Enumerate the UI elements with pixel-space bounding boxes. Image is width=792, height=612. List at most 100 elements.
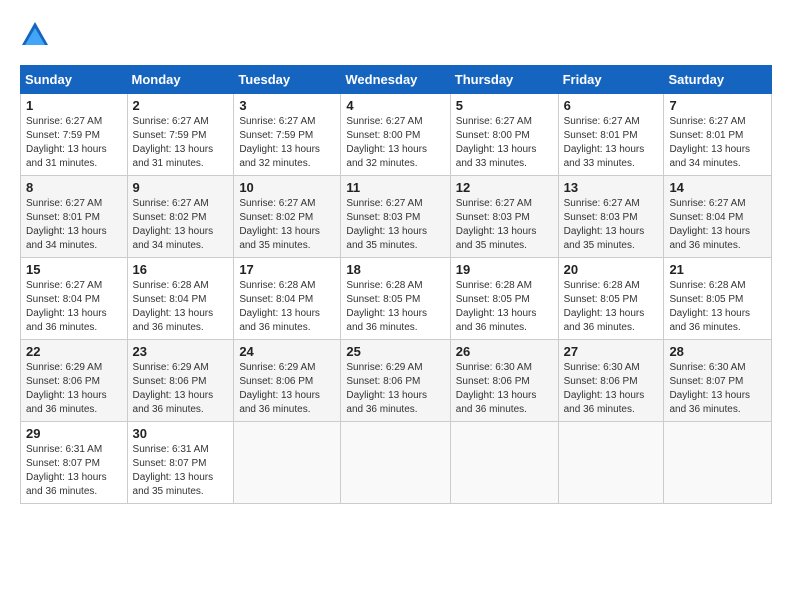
day-info: Sunrise: 6:27 AMSunset: 8:02 PMDaylight:… [133, 198, 214, 251]
calendar-day-2: 2 Sunrise: 6:27 AMSunset: 7:59 PMDayligh… [127, 94, 234, 176]
day-info: Sunrise: 6:30 AMSunset: 8:06 PMDaylight:… [564, 362, 645, 415]
calendar-week-2: 8 Sunrise: 6:27 AMSunset: 8:01 PMDayligh… [21, 176, 772, 258]
day-number: 18 [346, 262, 444, 277]
day-number: 17 [239, 262, 335, 277]
day-header-saturday: Saturday [664, 66, 772, 94]
day-header-friday: Friday [558, 66, 664, 94]
day-number: 12 [456, 180, 553, 195]
day-info: Sunrise: 6:27 AMSunset: 8:03 PMDaylight:… [346, 198, 427, 251]
day-number: 8 [26, 180, 122, 195]
calendar-week-4: 22 Sunrise: 6:29 AMSunset: 8:06 PMDaylig… [21, 340, 772, 422]
day-header-tuesday: Tuesday [234, 66, 341, 94]
day-number: 19 [456, 262, 553, 277]
day-header-sunday: Sunday [21, 66, 128, 94]
day-info: Sunrise: 6:28 AMSunset: 8:05 PMDaylight:… [346, 280, 427, 333]
day-number: 20 [564, 262, 659, 277]
calendar-day-20: 20 Sunrise: 6:28 AMSunset: 8:05 PMDaylig… [558, 258, 664, 340]
calendar-day-18: 18 Sunrise: 6:28 AMSunset: 8:05 PMDaylig… [341, 258, 450, 340]
calendar-day-12: 12 Sunrise: 6:27 AMSunset: 8:03 PMDaylig… [450, 176, 558, 258]
calendar-day-10: 10 Sunrise: 6:27 AMSunset: 8:02 PMDaylig… [234, 176, 341, 258]
day-info: Sunrise: 6:28 AMSunset: 8:05 PMDaylight:… [564, 280, 645, 333]
day-header-monday: Monday [127, 66, 234, 94]
day-info: Sunrise: 6:27 AMSunset: 8:04 PMDaylight:… [669, 198, 750, 251]
calendar-day-26: 26 Sunrise: 6:30 AMSunset: 8:06 PMDaylig… [450, 340, 558, 422]
calendar-day-30: 30 Sunrise: 6:31 AMSunset: 8:07 PMDaylig… [127, 422, 234, 504]
day-info: Sunrise: 6:30 AMSunset: 8:07 PMDaylight:… [669, 362, 750, 415]
day-number: 10 [239, 180, 335, 195]
calendar-day-3: 3 Sunrise: 6:27 AMSunset: 7:59 PMDayligh… [234, 94, 341, 176]
day-number: 2 [133, 98, 229, 113]
calendar-day-8: 8 Sunrise: 6:27 AMSunset: 8:01 PMDayligh… [21, 176, 128, 258]
empty-cell [450, 422, 558, 504]
day-info: Sunrise: 6:28 AMSunset: 8:05 PMDaylight:… [456, 280, 537, 333]
calendar-week-5: 29 Sunrise: 6:31 AMSunset: 8:07 PMDaylig… [21, 422, 772, 504]
calendar-day-16: 16 Sunrise: 6:28 AMSunset: 8:04 PMDaylig… [127, 258, 234, 340]
day-info: Sunrise: 6:27 AMSunset: 8:01 PMDaylight:… [669, 116, 750, 169]
calendar-day-23: 23 Sunrise: 6:29 AMSunset: 8:06 PMDaylig… [127, 340, 234, 422]
day-info: Sunrise: 6:27 AMSunset: 7:59 PMDaylight:… [239, 116, 320, 169]
day-info: Sunrise: 6:27 AMSunset: 8:01 PMDaylight:… [564, 116, 645, 169]
day-number: 21 [669, 262, 766, 277]
day-number: 4 [346, 98, 444, 113]
day-info: Sunrise: 6:29 AMSunset: 8:06 PMDaylight:… [239, 362, 320, 415]
day-number: 14 [669, 180, 766, 195]
day-number: 7 [669, 98, 766, 113]
empty-cell [664, 422, 772, 504]
calendar-body: 1 Sunrise: 6:27 AMSunset: 7:59 PMDayligh… [21, 94, 772, 504]
day-info: Sunrise: 6:27 AMSunset: 8:00 PMDaylight:… [456, 116, 537, 169]
calendar-day-11: 11 Sunrise: 6:27 AMSunset: 8:03 PMDaylig… [341, 176, 450, 258]
day-info: Sunrise: 6:30 AMSunset: 8:06 PMDaylight:… [456, 362, 537, 415]
day-number: 11 [346, 180, 444, 195]
calendar-day-22: 22 Sunrise: 6:29 AMSunset: 8:06 PMDaylig… [21, 340, 128, 422]
calendar-day-25: 25 Sunrise: 6:29 AMSunset: 8:06 PMDaylig… [341, 340, 450, 422]
empty-cell [341, 422, 450, 504]
day-info: Sunrise: 6:27 AMSunset: 8:03 PMDaylight:… [456, 198, 537, 251]
day-info: Sunrise: 6:27 AMSunset: 8:03 PMDaylight:… [564, 198, 645, 251]
calendar-day-24: 24 Sunrise: 6:29 AMSunset: 8:06 PMDaylig… [234, 340, 341, 422]
calendar-day-27: 27 Sunrise: 6:30 AMSunset: 8:06 PMDaylig… [558, 340, 664, 422]
calendar-day-4: 4 Sunrise: 6:27 AMSunset: 8:00 PMDayligh… [341, 94, 450, 176]
day-info: Sunrise: 6:31 AMSunset: 8:07 PMDaylight:… [133, 444, 214, 497]
calendar-day-17: 17 Sunrise: 6:28 AMSunset: 8:04 PMDaylig… [234, 258, 341, 340]
day-info: Sunrise: 6:28 AMSunset: 8:05 PMDaylight:… [669, 280, 750, 333]
day-number: 30 [133, 426, 229, 441]
day-number: 15 [26, 262, 122, 277]
calendar-day-13: 13 Sunrise: 6:27 AMSunset: 8:03 PMDaylig… [558, 176, 664, 258]
day-info: Sunrise: 6:29 AMSunset: 8:06 PMDaylight:… [346, 362, 427, 415]
day-number: 28 [669, 344, 766, 359]
page-header [20, 20, 772, 50]
day-info: Sunrise: 6:31 AMSunset: 8:07 PMDaylight:… [26, 444, 107, 497]
day-info: Sunrise: 6:27 AMSunset: 7:59 PMDaylight:… [26, 116, 107, 169]
calendar-day-29: 29 Sunrise: 6:31 AMSunset: 8:07 PMDaylig… [21, 422, 128, 504]
calendar-day-5: 5 Sunrise: 6:27 AMSunset: 8:00 PMDayligh… [450, 94, 558, 176]
day-header-wednesday: Wednesday [341, 66, 450, 94]
day-info: Sunrise: 6:27 AMSunset: 7:59 PMDaylight:… [133, 116, 214, 169]
day-number: 1 [26, 98, 122, 113]
day-number: 22 [26, 344, 122, 359]
day-number: 9 [133, 180, 229, 195]
calendar-week-3: 15 Sunrise: 6:27 AMSunset: 8:04 PMDaylig… [21, 258, 772, 340]
day-number: 23 [133, 344, 229, 359]
day-number: 5 [456, 98, 553, 113]
calendar-day-21: 21 Sunrise: 6:28 AMSunset: 8:05 PMDaylig… [664, 258, 772, 340]
calendar: SundayMondayTuesdayWednesdayThursdayFrid… [20, 65, 772, 504]
day-info: Sunrise: 6:27 AMSunset: 8:01 PMDaylight:… [26, 198, 107, 251]
day-info: Sunrise: 6:28 AMSunset: 8:04 PMDaylight:… [133, 280, 214, 333]
day-info: Sunrise: 6:27 AMSunset: 8:04 PMDaylight:… [26, 280, 107, 333]
calendar-day-9: 9 Sunrise: 6:27 AMSunset: 8:02 PMDayligh… [127, 176, 234, 258]
empty-cell [558, 422, 664, 504]
day-info: Sunrise: 6:29 AMSunset: 8:06 PMDaylight:… [133, 362, 214, 415]
day-number: 24 [239, 344, 335, 359]
empty-cell [234, 422, 341, 504]
day-number: 16 [133, 262, 229, 277]
calendar-day-1: 1 Sunrise: 6:27 AMSunset: 7:59 PMDayligh… [21, 94, 128, 176]
day-number: 13 [564, 180, 659, 195]
day-info: Sunrise: 6:27 AMSunset: 8:02 PMDaylight:… [239, 198, 320, 251]
day-number: 3 [239, 98, 335, 113]
day-number: 29 [26, 426, 122, 441]
day-number: 6 [564, 98, 659, 113]
calendar-day-14: 14 Sunrise: 6:27 AMSunset: 8:04 PMDaylig… [664, 176, 772, 258]
calendar-header-row: SundayMondayTuesdayWednesdayThursdayFrid… [21, 66, 772, 94]
calendar-day-15: 15 Sunrise: 6:27 AMSunset: 8:04 PMDaylig… [21, 258, 128, 340]
calendar-day-28: 28 Sunrise: 6:30 AMSunset: 8:07 PMDaylig… [664, 340, 772, 422]
